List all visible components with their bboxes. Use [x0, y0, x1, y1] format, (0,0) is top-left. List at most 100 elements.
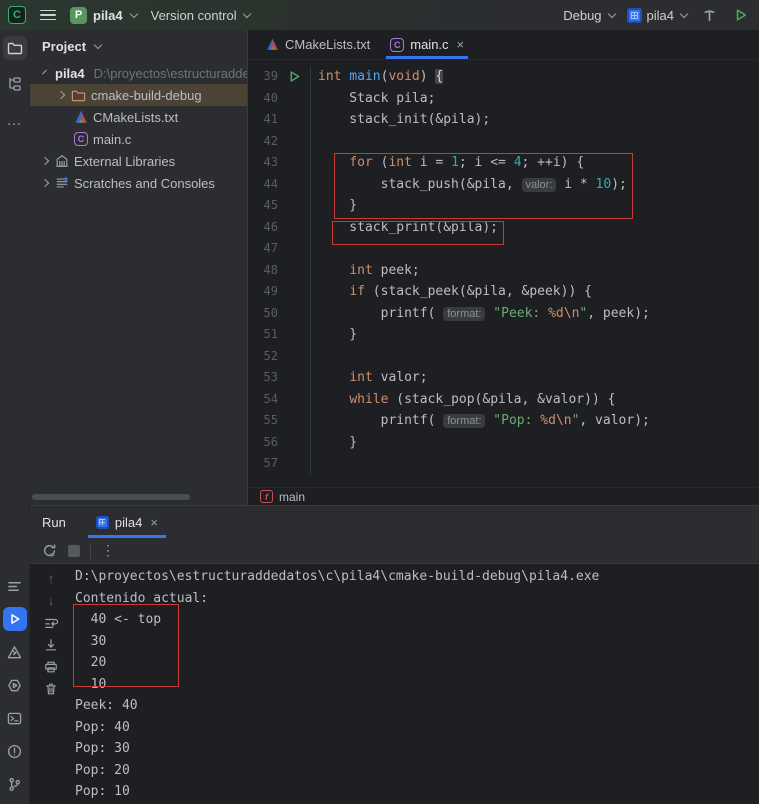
code-line[interactable]: 39 int main(void) {	[248, 66, 759, 88]
debug-mode-selector[interactable]: Debug	[563, 8, 616, 23]
code-line[interactable]: 55 printf( format: "Pop: %d\n", valor);	[248, 410, 759, 432]
function-icon: f	[260, 490, 273, 503]
tab-cmakelists[interactable]: CMakeLists.txt	[256, 30, 380, 59]
tree-item-cmakelists[interactable]: CMakeLists.txt	[30, 106, 247, 128]
run-button[interactable]	[731, 5, 751, 25]
run-line-icon[interactable]	[278, 66, 310, 88]
terminal-tool-button[interactable]	[3, 706, 27, 730]
chevron-down-icon[interactable]	[42, 69, 47, 75]
soft-wrap-button[interactable]	[42, 614, 60, 631]
services-tool-button[interactable]	[3, 673, 27, 697]
run-tool-button[interactable]	[2, 607, 27, 631]
print-button[interactable]	[42, 658, 60, 675]
more-options-button[interactable]: ⋮	[101, 542, 116, 559]
code-line[interactable]: 57	[248, 453, 759, 475]
project-panel-title: Project	[42, 38, 87, 54]
line-number: 53	[263, 370, 278, 384]
code-line[interactable]: 48 int peek;	[248, 259, 759, 281]
problems-tool-button[interactable]	[3, 640, 27, 664]
line-number: 52	[263, 348, 278, 363]
console-line: Pop: 10	[75, 784, 130, 799]
run-config-icon	[626, 7, 642, 23]
tree-item-scratches[interactable]: Scratches and Consoles	[30, 172, 247, 194]
editor-tab-bar: CMakeLists.txt C main.c ×	[248, 30, 759, 60]
c-file-icon: C	[74, 132, 88, 146]
scroll-to-end-button[interactable]	[42, 636, 60, 653]
chevron-down-icon[interactable]	[93, 40, 103, 50]
stop-button[interactable]	[68, 544, 80, 557]
main-menu-button[interactable]	[40, 9, 56, 21]
down-stacktrace-button[interactable]: ↓	[42, 592, 60, 609]
tree-item-label: Scratches and Consoles	[74, 175, 215, 191]
code-line[interactable]: 49 if (stack_peek(&pila, &peek)) {	[248, 281, 759, 303]
git-branch-tool-button[interactable]	[3, 772, 27, 796]
code-line[interactable]: 41 stack_init(&pila);	[248, 109, 759, 131]
up-stacktrace-button[interactable]: ↑	[42, 570, 60, 587]
run-config-selector[interactable]: pila4	[626, 7, 689, 23]
code-line[interactable]: 54 while (stack_pop(&pila, &valor)) {	[248, 388, 759, 410]
code-editor[interactable]: 39 int main(void) {40 Stack pila; 41 stac…	[248, 60, 759, 487]
chevron-right-icon[interactable]	[56, 90, 66, 100]
line-number: 43	[263, 155, 278, 169]
tree-item-cmake-build-debug[interactable]: cmake-build-debug	[30, 84, 247, 106]
console-line: Peek: 40	[75, 698, 138, 713]
breadcrumb-item-main[interactable]: main	[279, 490, 305, 504]
code-line[interactable]: 44 stack_push(&pila, valor: i * 10);	[248, 173, 759, 195]
code-line[interactable]: 40 Stack pila;	[248, 87, 759, 109]
more-tool-windows-button[interactable]: …	[3, 108, 27, 132]
chevron-down-icon	[679, 9, 689, 19]
chevron-right-icon[interactable]	[40, 178, 50, 188]
rerun-button[interactable]	[40, 542, 58, 559]
horizontal-scrollbar[interactable]	[32, 494, 190, 500]
code-line[interactable]: 47	[248, 238, 759, 260]
excluded-folder-icon	[71, 90, 86, 101]
line-number: 54	[263, 391, 278, 406]
run-tab-pila4[interactable]: pila4 ×	[87, 506, 166, 538]
project-widget[interactable]: P pila4	[70, 6, 138, 24]
cmake-file-icon	[267, 38, 278, 50]
code-line[interactable]: 43 for (int i = 1; i <= 4; ++i) {	[248, 152, 759, 174]
code-line[interactable]: 52	[248, 345, 759, 367]
code-line[interactable]: 50 printf( format: "Peek: %d\n", peek);	[248, 302, 759, 324]
code-line[interactable]: 45 }	[248, 195, 759, 217]
close-icon[interactable]: ×	[150, 515, 158, 530]
toolbar-divider	[90, 542, 91, 559]
c-file-icon: C	[390, 37, 405, 52]
code-line[interactable]: 53 int valor;	[248, 367, 759, 389]
line-number: 55	[263, 413, 278, 427]
run-panel-body: ↑ ↓ D:\proyectos\estructuraddedatos\c\pi…	[30, 564, 759, 804]
run-panel-title[interactable]: Run	[42, 506, 66, 538]
version-control-menu[interactable]: Version control	[151, 8, 251, 23]
notifications-list-icon[interactable]	[3, 574, 27, 598]
tree-item-main-c[interactable]: C main.c	[30, 128, 247, 150]
editor-area: CMakeLists.txt C main.c × 39 int main(vo…	[248, 30, 759, 505]
clear-console-button[interactable]	[42, 680, 60, 697]
code-line[interactable]: 42	[248, 130, 759, 152]
line-number: 45	[263, 198, 278, 212]
console-line: Pop: 40	[75, 719, 130, 735]
close-icon[interactable]: ×	[457, 37, 465, 52]
problems-info-tool-button[interactable]	[3, 739, 27, 763]
project-panel: Project pila4 D:\proyectos\estructuradde…	[30, 30, 248, 505]
project-avatar: P	[70, 6, 87, 24]
line-number: 41	[263, 112, 278, 126]
line-number: 51	[263, 327, 278, 341]
code-line[interactable]: 46 stack_print(&pila);	[248, 216, 759, 238]
tab-main-c[interactable]: C main.c ×	[380, 30, 474, 59]
tab-label: CMakeLists.txt	[285, 37, 371, 52]
inlay-hint: valor:	[521, 177, 557, 192]
project-tool-button[interactable]	[2, 36, 27, 60]
code-line[interactable]: 51 }	[248, 324, 759, 346]
code-line[interactable]: 56 }	[248, 431, 759, 453]
inlay-hint: format:	[443, 414, 486, 428]
tree-item-label: cmake-build-debug	[91, 87, 202, 103]
libraries-icon	[56, 155, 68, 167]
chevron-right-icon[interactable]	[40, 156, 50, 166]
tree-item-external-libraries[interactable]: External Libraries	[30, 150, 247, 172]
tool-window-stripe: …	[0, 30, 30, 804]
tree-item-project-root[interactable]: pila4 D:\proyectos\estructuradded	[30, 62, 247, 84]
console-output[interactable]: D:\proyectos\estructuraddedatos\c\pila4\…	[72, 564, 759, 804]
structure-tool-button[interactable]	[3, 72, 27, 96]
console-line: Contenido actual:	[75, 590, 209, 606]
build-hammer-button[interactable]	[699, 5, 719, 25]
